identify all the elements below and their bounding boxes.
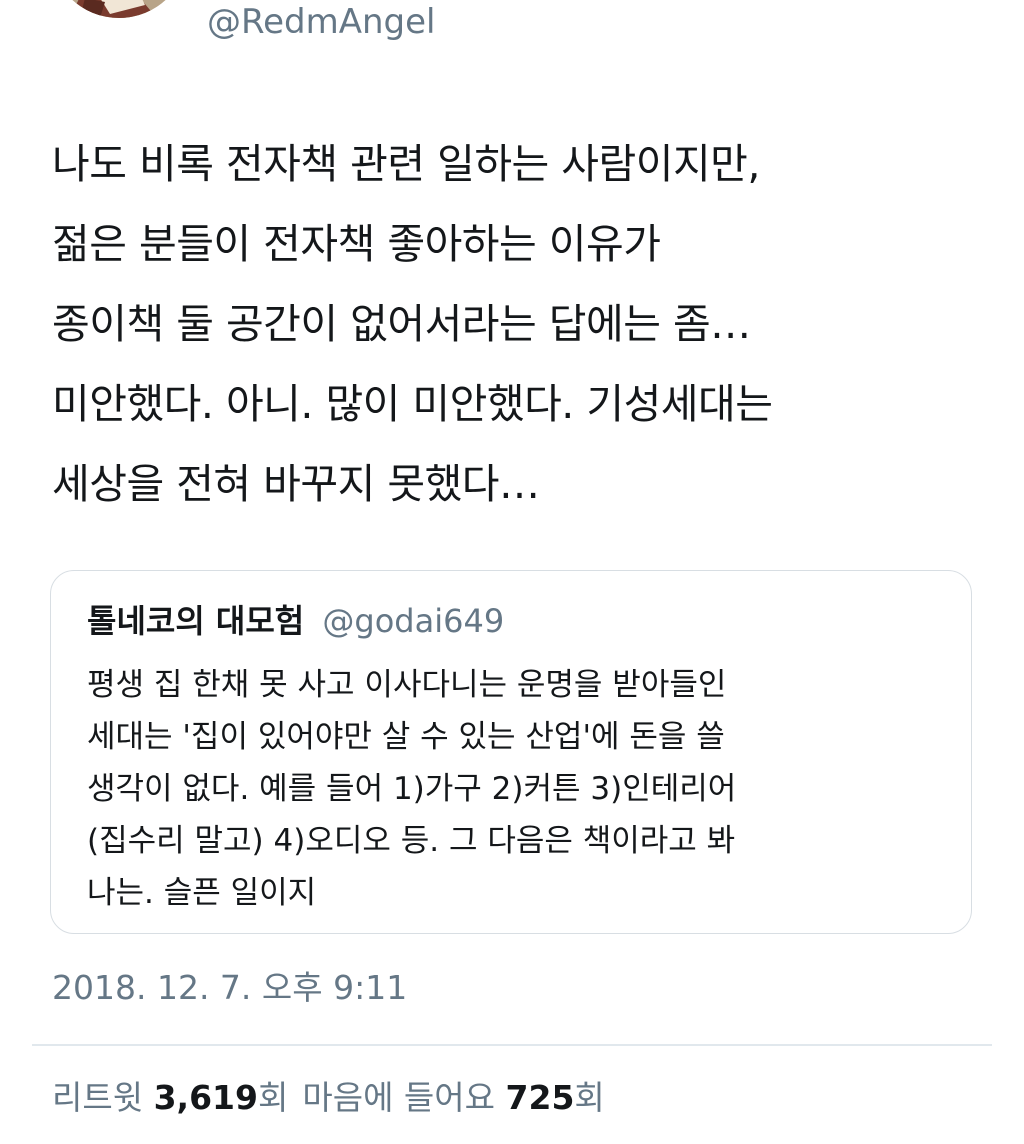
retweets-count: 3,619: [153, 1078, 258, 1117]
quoted-tweet-card[interactable]: 톨네코의 대모험 @godai649 평생 집 한채 못 사고 이사다니는 운명…: [50, 570, 972, 934]
avatar[interactable]: [50, 0, 188, 18]
quoted-author-handle: @godai649: [322, 602, 505, 640]
retweets-stat[interactable]: 리트윗 3,619회: [52, 1078, 288, 1117]
avatar-image: [50, 0, 188, 18]
quoted-tweet-header: 톨네코의 대모험 @godai649: [87, 601, 504, 641]
likes-stat[interactable]: 마음에 들어요 725회: [302, 1078, 604, 1117]
tweet-timestamp[interactable]: 2018. 12. 7. 오후 9:11: [52, 968, 407, 1008]
likes-count: 725: [505, 1078, 575, 1117]
quoted-author-name: 톨네코의 대모험: [87, 602, 305, 640]
quoted-tweet-text: 평생 집 한채 못 사고 이사다니는 운명을 받아들인 세대는 '집이 있어야만…: [87, 667, 737, 911]
tweet-text: 나도 비록 전자책 관련 일하는 사람이지만, 젊은 분들이 전자책 좋아하는 …: [52, 140, 773, 508]
tweet-stats: 리트윗 3,619회 마음에 들어요 725회: [52, 1076, 605, 1120]
divider: [32, 1044, 992, 1046]
author-handle[interactable]: @RedmAngel: [207, 2, 435, 42]
retweets-label: 리트윗: [52, 1078, 144, 1117]
retweets-unit: 회: [257, 1078, 289, 1117]
likes-label: 마음에 들어요: [302, 1078, 496, 1117]
likes-unit: 회: [574, 1078, 605, 1117]
